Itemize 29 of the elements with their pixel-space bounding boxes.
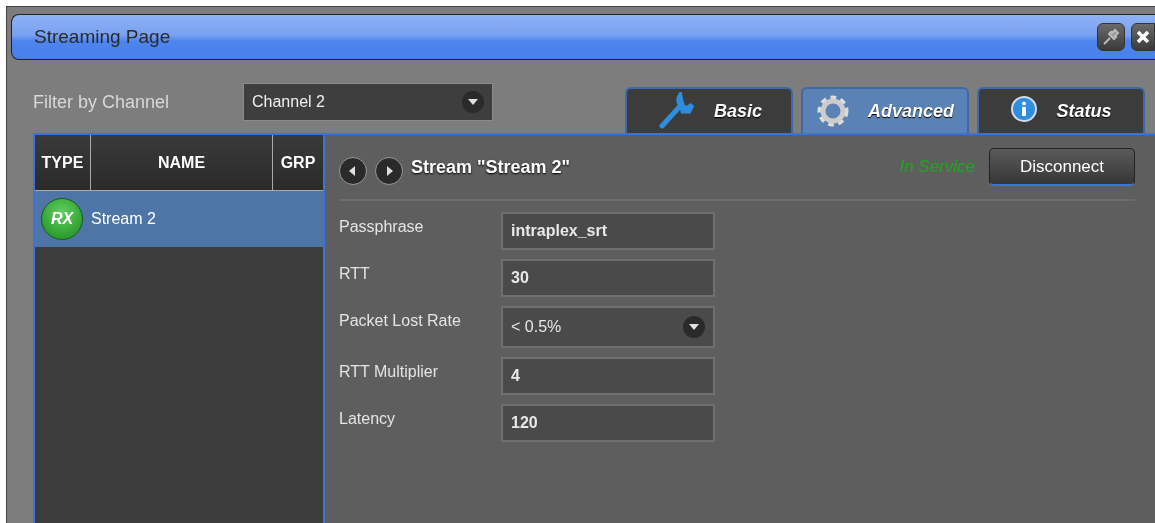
field-label: RTT Multiplier — [339, 362, 439, 381]
channel-dropdown[interactable]: Channel 2 — [243, 83, 493, 121]
pin-button[interactable] — [1097, 23, 1125, 51]
field-label: Latency — [339, 409, 397, 428]
filter-label: Filter by Channel — [33, 92, 171, 113]
stream-title: Stream "Stream 2" — [411, 156, 572, 178]
input-field[interactable]: intraplex_srt — [501, 212, 715, 250]
field-label: Passphrase — [339, 217, 425, 236]
stream-row[interactable]: RX Stream 2 — [35, 191, 323, 247]
disconnect-button[interactable]: Disconnect — [989, 148, 1135, 186]
next-button[interactable] — [375, 157, 403, 185]
type-badge: RX — [41, 198, 83, 240]
previous-button[interactable] — [339, 157, 367, 185]
input-field[interactable]: 30 — [501, 259, 715, 297]
close-button[interactable] — [1131, 23, 1155, 51]
field-label: RTT — [339, 264, 371, 283]
status-text: In Service — [899, 157, 975, 177]
gear-icon — [816, 94, 850, 128]
pin-icon — [1102, 28, 1120, 46]
input-field[interactable]: 120 — [501, 404, 715, 442]
field-label: Packet Lost Rate — [339, 311, 462, 330]
tab[interactable]: Basic — [625, 87, 793, 133]
window-title: Streaming Page — [34, 26, 172, 48]
rate-dropdown[interactable]: < 0.5% — [501, 306, 715, 348]
close-icon — [1136, 30, 1150, 44]
input-field[interactable]: 4 — [501, 357, 715, 395]
stream-name: Stream 2 — [91, 210, 156, 228]
tab[interactable]: Advanced — [801, 87, 969, 133]
tab[interactable]: Status — [977, 87, 1145, 133]
